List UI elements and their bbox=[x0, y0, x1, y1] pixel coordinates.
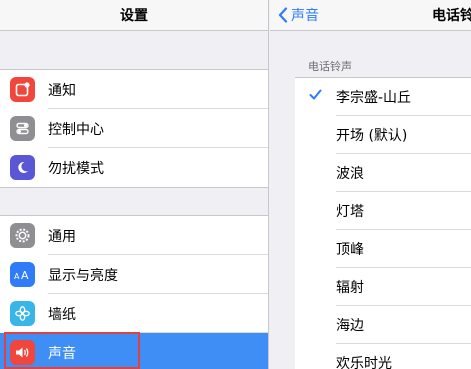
ringtone-label: 欢乐时光 bbox=[336, 356, 392, 369]
sidebar-item-control-center[interactable]: 控制中心 bbox=[0, 109, 268, 148]
sidebar-item-display[interactable]: A A 显示与亮度 bbox=[0, 255, 268, 294]
back-button[interactable]: 声音 bbox=[278, 0, 319, 30]
ringtone-item[interactable]: 开场 (默认) bbox=[295, 116, 471, 154]
sidebar-item-label: 勿扰模式 bbox=[48, 160, 104, 177]
ringtone-item[interactable]: 辐射 bbox=[295, 268, 471, 306]
speaker-icon bbox=[10, 340, 35, 365]
display-brightness-icon: A A bbox=[10, 262, 35, 287]
settings-screen: 设置 通知 控制中心 勿扰模式 通用 A A 显示与亮度 墙纸 声音 声音 电话… bbox=[0, 0, 471, 369]
sidebar-item-notifications[interactable]: 通知 bbox=[0, 70, 268, 109]
wallpaper-icon bbox=[10, 301, 35, 326]
sidebar-item-label: 通知 bbox=[48, 82, 76, 99]
sidebar-title: 设置 bbox=[0, 0, 268, 31]
chevron-left-icon bbox=[278, 7, 288, 23]
ringtone-label: 灯塔 bbox=[336, 204, 364, 220]
checkmark-icon bbox=[309, 89, 322, 100]
sidebar-item-wallpaper[interactable]: 墙纸 bbox=[0, 294, 268, 333]
svg-text:A: A bbox=[14, 272, 20, 281]
sidebar-item-label: 控制中心 bbox=[48, 121, 104, 138]
ringtone-label: 辐射 bbox=[336, 280, 364, 296]
sidebar-item-label: 显示与亮度 bbox=[48, 267, 118, 284]
settings-group-1: 通知 控制中心 勿扰模式 bbox=[0, 69, 268, 188]
ringtone-item[interactable]: 波浪 bbox=[295, 154, 471, 192]
sidebar-item-general[interactable]: 通用 bbox=[0, 216, 268, 255]
ringtone-item[interactable]: 灯塔 bbox=[295, 192, 471, 230]
back-button-label: 声音 bbox=[291, 8, 319, 24]
section-header: 电话铃声 bbox=[308, 60, 352, 73]
notifications-icon bbox=[10, 77, 35, 102]
ringtone-navbar: 声音 电话铃 bbox=[270, 0, 471, 31]
sidebar-item-label: 声音 bbox=[48, 345, 76, 362]
sidebar-item-label: 通用 bbox=[48, 228, 76, 245]
ringtone-label: 顶峰 bbox=[336, 242, 364, 258]
ringtone-item[interactable]: 顶峰 bbox=[295, 230, 471, 268]
ringtone-item[interactable]: 海边 bbox=[295, 306, 471, 344]
sidebar-item-do-not-disturb[interactable]: 勿扰模式 bbox=[0, 148, 268, 187]
ringtone-label: 波浪 bbox=[336, 166, 364, 182]
ringtone-label: 海边 bbox=[336, 318, 364, 334]
ringtone-panel: 声音 电话铃 电话铃声 李宗盛-山丘 开场 (默认) 波浪 灯塔 顶峰 辐射 海… bbox=[270, 0, 471, 369]
ringtone-item[interactable]: 欢乐时光 bbox=[295, 344, 471, 369]
ringtone-label: 李宗盛-山丘 bbox=[336, 90, 412, 106]
sidebar-item-sounds[interactable]: 声音 bbox=[0, 333, 268, 369]
gear-icon bbox=[10, 223, 35, 248]
svg-text:A: A bbox=[21, 269, 29, 281]
moon-icon bbox=[10, 155, 35, 180]
page-title: 电话铃 bbox=[432, 8, 471, 24]
settings-group-2: 通用 A A 显示与亮度 墙纸 声音 bbox=[0, 215, 268, 369]
ringtone-label: 开场 (默认) bbox=[336, 128, 408, 144]
ringtone-item[interactable]: 李宗盛-山丘 bbox=[295, 78, 471, 116]
control-center-icon bbox=[10, 116, 35, 141]
settings-sidebar: 设置 通知 控制中心 勿扰模式 通用 A A 显示与亮度 墙纸 声音 bbox=[0, 0, 269, 369]
ringtone-list: 李宗盛-山丘 开场 (默认) 波浪 灯塔 顶峰 辐射 海边 欢乐时光 bbox=[295, 77, 471, 369]
sidebar-item-label: 墙纸 bbox=[48, 306, 76, 323]
